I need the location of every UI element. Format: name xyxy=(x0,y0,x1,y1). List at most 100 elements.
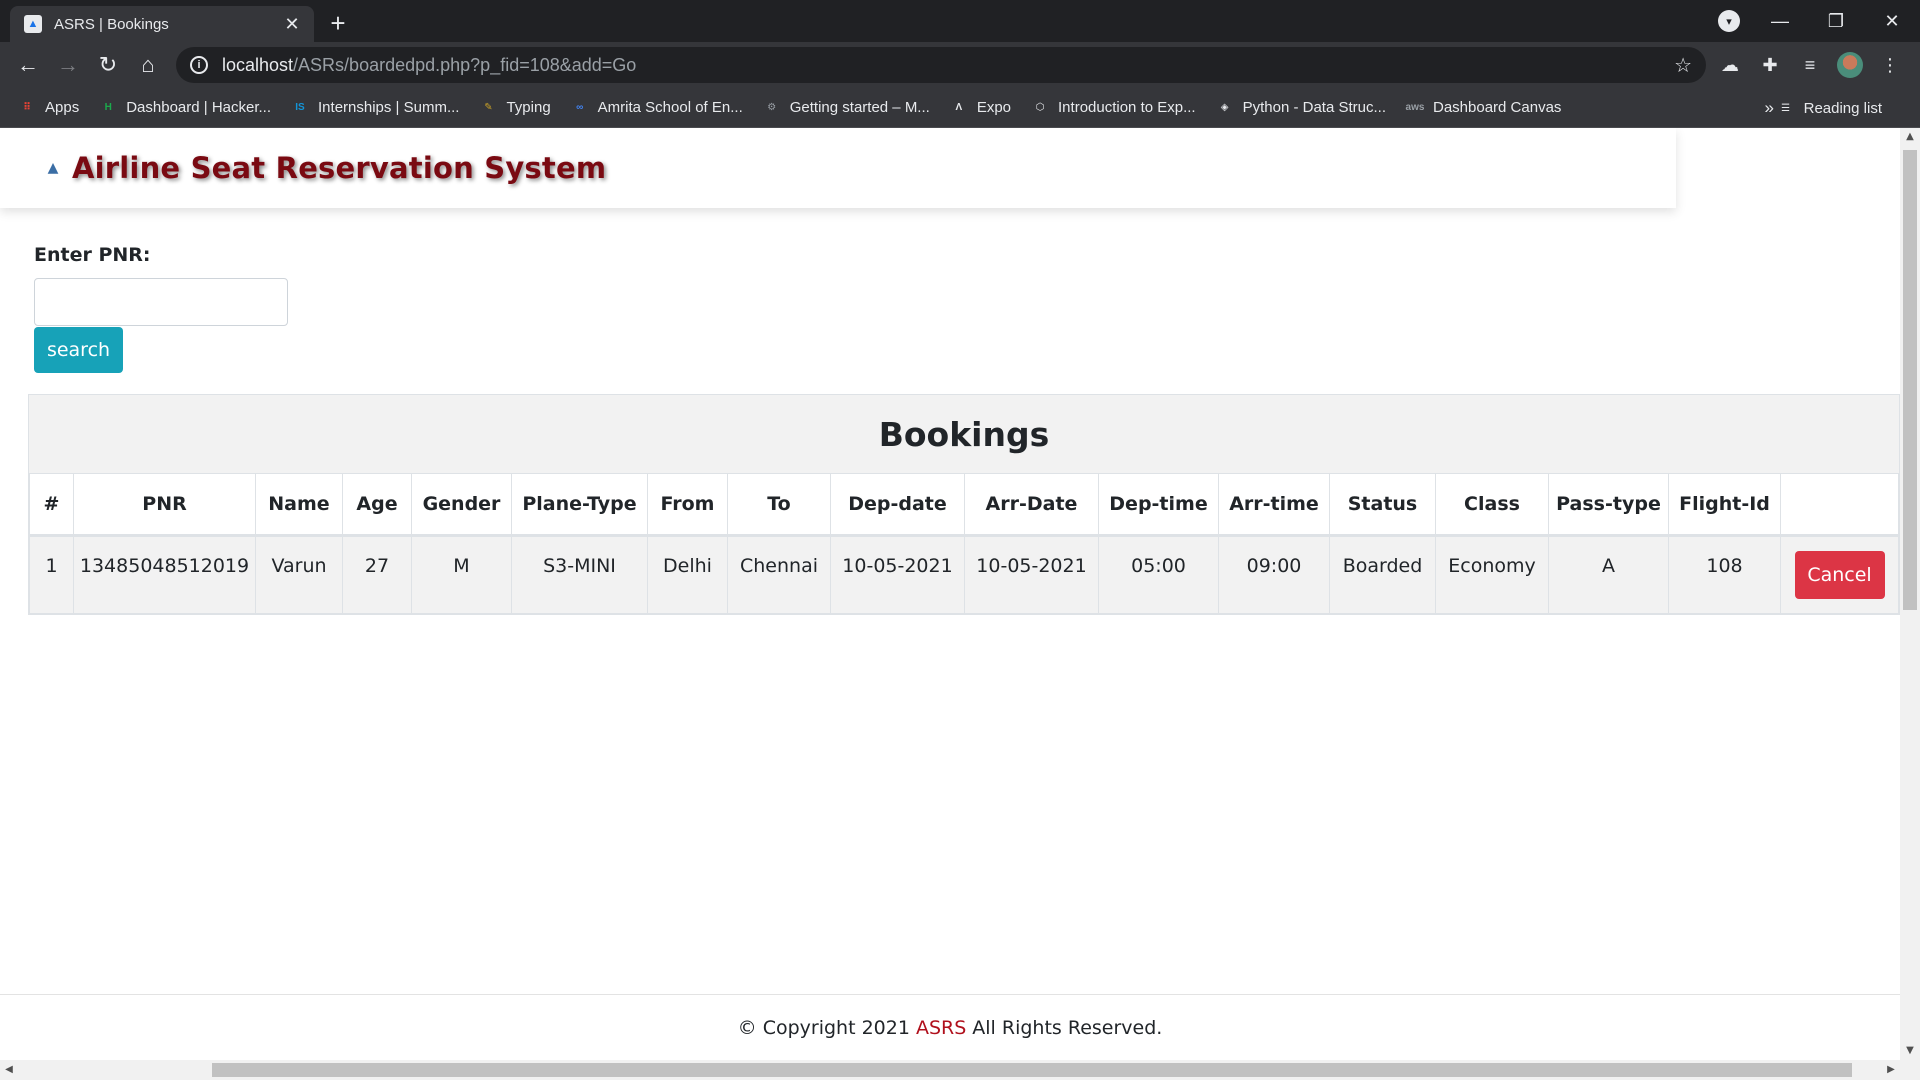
reading-list-label: Reading list xyxy=(1803,99,1882,117)
bookmark-label: Python - Data Struc... xyxy=(1242,99,1386,116)
tab-close-icon[interactable]: ✕ xyxy=(280,14,304,35)
cell-action: Cancel xyxy=(1780,535,1899,614)
airplane-logo-icon[interactable]: ▲ xyxy=(44,159,62,177)
vertical-scrollbar[interactable]: ▲ ▼ xyxy=(1900,128,1920,1060)
bookings-panel: Bookings # PNR Name Age Gender Plane-Typ… xyxy=(28,394,1900,615)
col-header-num: # xyxy=(29,473,74,537)
col-header-plane-type: Plane-Type xyxy=(511,473,648,537)
media-queue-icon[interactable]: ≡ xyxy=(1790,47,1830,83)
col-header-arr-date: Arr-Date xyxy=(964,473,1099,537)
bookmark-item[interactable]: aws Dashboard Canvas xyxy=(1406,99,1562,117)
col-header-name: Name xyxy=(255,473,343,537)
profile-avatar[interactable] xyxy=(1830,47,1870,83)
bookmarks-bar: ⠿ Apps H Dashboard | Hacker... IS Internships… xyxy=(0,88,1920,128)
window-controls: — ❐ ✕ xyxy=(1752,0,1920,42)
bookmark-item[interactable]: ⚙ Getting started – M... xyxy=(763,99,930,117)
hackerrank-icon: H xyxy=(104,102,112,113)
footer-brand: ASRS xyxy=(915,1016,967,1039)
col-header-gender: Gender xyxy=(411,473,512,537)
diamond-icon: ◈ xyxy=(1220,102,1229,113)
horizontal-scroll-thumb[interactable] xyxy=(212,1063,1852,1077)
cell-num: 1 xyxy=(29,535,74,614)
cell-from: Delhi xyxy=(647,535,728,614)
cell-class: Economy xyxy=(1435,535,1549,614)
bookings-title: Bookings xyxy=(878,414,1050,454)
address-bar[interactable]: i localhost/ASRs/boardedpd.php?p_fid=108… xyxy=(176,47,1706,83)
bookmark-item[interactable]: ⠿ Apps xyxy=(18,99,79,117)
site-header: ▲ Airline Seat Reservation System xyxy=(0,128,1676,208)
bookmark-label: Typing xyxy=(506,99,551,116)
cancel-button[interactable]: Cancel xyxy=(1794,551,1885,599)
bookmark-item[interactable]: ✎ Typing xyxy=(479,99,550,117)
cell-age: 27 xyxy=(342,535,412,614)
table-row: 1 13485048512019 Varun 27 M S3-MINI Delh… xyxy=(29,535,1899,614)
extension-cloud-icon[interactable]: ☁ xyxy=(1710,47,1750,83)
vertical-scroll-thumb[interactable] xyxy=(1903,150,1917,610)
cell-arr-time: 09:00 xyxy=(1218,535,1330,614)
cell-gender: M xyxy=(411,535,512,614)
browser-menu-icon[interactable]: ⋮ xyxy=(1870,47,1910,83)
restore-icon[interactable]: ❐ xyxy=(1808,0,1864,42)
bookmark-label: Internships | Summ... xyxy=(318,99,460,116)
url-host: localhost xyxy=(222,54,294,75)
extension-icons: ☁ ✚ ≡ ⋮ xyxy=(1710,47,1910,83)
tab-title: ASRS | Bookings xyxy=(54,15,169,33)
url-text[interactable]: localhost/ASRs/boardedpd.php?p_fid=108&a… xyxy=(222,55,636,76)
scroll-down-icon[interactable]: ▼ xyxy=(1900,1042,1920,1060)
typing-icon: ✎ xyxy=(484,102,493,113)
search-button[interactable]: search xyxy=(34,327,123,373)
reload-icon[interactable]: ↻ xyxy=(88,45,128,85)
tab-search-icon[interactable]: ▾ xyxy=(1718,10,1740,32)
cell-dep-time: 05:00 xyxy=(1098,535,1219,614)
pnr-input[interactable] xyxy=(34,278,288,326)
bookmark-item[interactable]: ∞ Amrita School of En... xyxy=(571,99,743,117)
apps-grid-icon: ⠿ xyxy=(23,102,31,113)
col-header-pnr: PNR xyxy=(73,473,256,537)
infinity-icon: ∞ xyxy=(576,102,584,113)
table-header-row: # PNR Name Age Gender Plane-Type From To… xyxy=(29,473,1899,537)
bookmark-item[interactable]: ◈ Python - Data Struc... xyxy=(1216,99,1386,117)
extensions-puzzle-icon[interactable]: ✚ xyxy=(1750,47,1790,83)
bookmark-star-icon[interactable]: ☆ xyxy=(1674,53,1692,78)
site-brand[interactable]: Airline Seat Reservation System xyxy=(72,151,606,185)
bookmark-item[interactable]: IS Internships | Summ... xyxy=(291,99,459,117)
bookmark-item[interactable]: Λ Expo xyxy=(950,99,1011,117)
reading-list-button[interactable]: ☰ Reading list xyxy=(1777,88,1882,128)
cell-dep-date: 10-05-2021 xyxy=(830,535,965,614)
bookmark-label: Dashboard Canvas xyxy=(1433,99,1562,116)
horizontal-scrollbar[interactable]: ◀ ▶ xyxy=(0,1060,1920,1080)
scroll-up-icon[interactable]: ▲ xyxy=(1900,128,1920,146)
col-header-arr-time: Arr-time xyxy=(1218,473,1330,537)
cell-to: Chennai xyxy=(727,535,831,614)
reading-list-icon: ☰ xyxy=(1781,102,1791,114)
scroll-left-icon[interactable]: ◀ xyxy=(0,1060,18,1080)
browser-tab-active[interactable]: ▲ ASRS | Bookings ✕ xyxy=(10,6,314,42)
bookmark-label: Dashboard | Hacker... xyxy=(126,99,272,116)
bookings-table: # PNR Name Age Gender Plane-Type From To… xyxy=(29,473,1899,614)
minimize-icon[interactable]: — xyxy=(1752,0,1808,42)
new-tab-button[interactable]: + xyxy=(322,8,354,40)
bookmark-item[interactable]: H Dashboard | Hacker... xyxy=(99,99,271,117)
internshala-icon: IS xyxy=(295,102,305,113)
col-header-dep-time: Dep-time xyxy=(1098,473,1219,537)
bookmark-item[interactable]: ⬡ Introduction to Exp... xyxy=(1031,99,1196,117)
cell-plane-type: S3-MINI xyxy=(511,535,648,614)
col-header-to: To xyxy=(727,473,831,537)
pnr-label: Enter PNR: xyxy=(34,244,151,266)
bookmark-label: Amrita School of En... xyxy=(597,99,743,116)
forward-arrow-icon[interactable]: → xyxy=(48,45,88,85)
scroll-right-icon[interactable]: ▶ xyxy=(1882,1060,1900,1080)
col-header-status: Status xyxy=(1329,473,1436,537)
site-favicon-icon: ▲ xyxy=(24,15,42,33)
col-header-class: Class xyxy=(1435,473,1549,537)
bookmarks-overflow-icon[interactable]: » xyxy=(1765,88,1774,128)
browser-toolbar: ← → ↻ ⌂ i localhost/ASRs/boardedpd.php?p… xyxy=(0,42,1920,88)
back-arrow-icon[interactable]: ← xyxy=(8,45,48,85)
home-icon[interactable]: ⌂ xyxy=(128,45,168,85)
col-header-dep-date: Dep-date xyxy=(830,473,965,537)
col-header-from: From xyxy=(647,473,728,537)
col-header-age: Age xyxy=(342,473,412,537)
site-info-icon[interactable]: i xyxy=(190,56,208,74)
bookmark-label: Expo xyxy=(976,99,1012,116)
close-window-icon[interactable]: ✕ xyxy=(1864,0,1920,42)
